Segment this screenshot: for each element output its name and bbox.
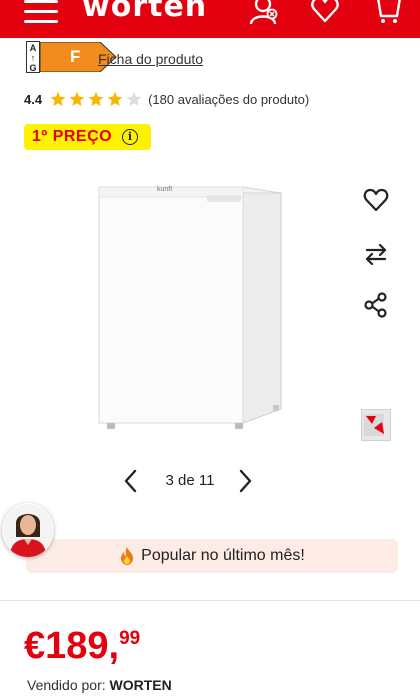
info-icon[interactable]: i <box>122 129 138 145</box>
star-full-icon <box>69 91 85 106</box>
star-full-icon <box>107 91 123 106</box>
chevron-right-icon[interactable] <box>234 468 256 494</box>
gallery-position: 3 de 11 <box>165 472 215 489</box>
rating-value: 4.4 <box>24 91 43 107</box>
product-sheet-link[interactable]: Ficha do produto <box>98 51 203 67</box>
assistant-avatar[interactable] <box>2 503 54 557</box>
worten-logo[interactable]: worten <box>82 0 207 24</box>
account-icon[interactable] <box>248 0 278 25</box>
flame-icon <box>121 547 134 565</box>
section-divider <box>0 600 420 601</box>
chevron-left-icon[interactable] <box>120 468 142 494</box>
energy-scale: A ↑ G <box>26 41 40 73</box>
gallery-thumbnail[interactable] <box>361 409 391 441</box>
energy-class-letter: F <box>70 47 81 66</box>
product-page: worten A ↑ G F Ficha do produto 4.4 (180… <box>0 0 420 699</box>
cart-icon[interactable] <box>372 0 402 24</box>
favorites-icon[interactable] <box>310 0 340 24</box>
gallery-pager: 3 de 11 <box>120 468 260 494</box>
badge-label: 1º PREÇO <box>32 128 113 145</box>
star-empty-icon <box>126 91 142 106</box>
rating-stars <box>50 91 142 107</box>
seller-name[interactable]: WORTEN <box>110 677 172 693</box>
seller-label: Vendido por: <box>27 677 106 693</box>
star-full-icon <box>50 91 66 106</box>
compare-icon[interactable] <box>362 240 390 268</box>
share-icon[interactable] <box>362 291 390 319</box>
wishlist-heart-icon[interactable] <box>362 186 390 214</box>
star-full-icon <box>88 91 104 106</box>
seller-info: Vendido por: WORTEN <box>27 677 172 693</box>
popular-banner: Popular no último mês! <box>26 539 398 573</box>
rating-count: (180 avaliações do produto) <box>148 91 310 107</box>
product-price: €189,99 <box>24 625 141 667</box>
fridge-brand-label: kunft <box>157 186 173 193</box>
popular-text: Popular no último mês! <box>141 547 305 564</box>
product-image[interactable]: kunft <box>95 183 285 435</box>
menu-icon[interactable] <box>24 0 58 24</box>
rating-row[interactable]: 4.4 (180 avaliações do produto) <box>24 89 309 109</box>
first-price-badge: 1º PREÇO i <box>24 124 151 150</box>
top-header: worten <box>0 0 420 38</box>
price-cents: 99 <box>119 628 141 649</box>
